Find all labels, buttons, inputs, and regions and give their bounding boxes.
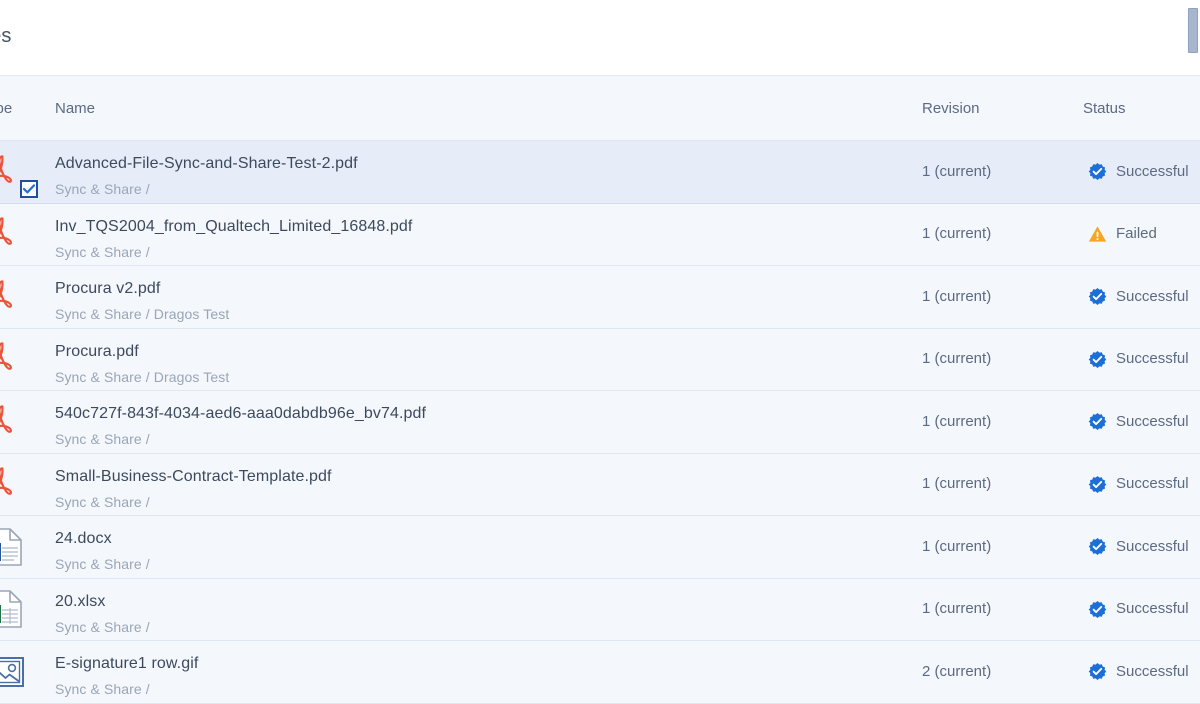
file-name-cell: Advanced-File-Sync-and-Share-Test-2.pdf S… xyxy=(55,153,895,199)
status-badge: Successful xyxy=(1088,599,1189,619)
file-revision-label: 1 (current) xyxy=(922,412,992,430)
status-label: Successful xyxy=(1116,662,1189,680)
file-path-label: Sync & Share / xyxy=(55,493,150,510)
file-name-cell: 24.docx Sync & Share / xyxy=(55,528,895,574)
status-badge: Failed xyxy=(1088,224,1157,244)
file-name-cell: Procura v2.pdf Sync & Share / Dragos Test xyxy=(55,278,895,324)
table-row[interactable]: X 20.xlsx Sync & Share / 1 (current) Success… xyxy=(0,578,1200,641)
file-path-label: Sync & Share / xyxy=(55,181,150,197)
file-name-link[interactable]: Procura.pdf xyxy=(55,341,895,363)
pdf-file-icon xyxy=(0,211,30,257)
table-row[interactable]: W 24.docx Sync & Share / 1 (current) Success… xyxy=(0,516,1200,579)
file-revision-label: 1 (current) xyxy=(922,537,992,555)
file-path-label: Sync & Share / xyxy=(55,681,150,697)
vertical-scrollbar-thumb[interactable] xyxy=(1188,8,1198,53)
status-label: Successful xyxy=(1116,475,1189,493)
page-title: arized Files xyxy=(0,25,12,47)
verified-badge-icon xyxy=(1088,600,1107,619)
file-name-cell: 20.xlsx Sync & Share / xyxy=(55,591,895,637)
table-row[interactable]: Procura v2.pdf Sync & Share / Dragos Test… xyxy=(0,266,1200,329)
status-label: Failed xyxy=(1116,225,1157,243)
file-path-label: Sync & Share / xyxy=(55,243,150,260)
file-path-label: Sync & Share / xyxy=(55,618,150,635)
file-name-link[interactable]: E-signature1 row.gif xyxy=(55,653,895,675)
table-row[interactable]: E-signature1 row.gif Sync & Share / 2 (cur… xyxy=(0,641,1200,704)
word-file-icon: W xyxy=(0,524,30,570)
pdf-file-icon xyxy=(0,461,30,507)
verified-badge-icon xyxy=(1088,662,1107,681)
status-badge: Successful xyxy=(1088,287,1189,307)
file-name-link[interactable]: 540c727f-843f-4034-aed6-aaa0dabdb96e_bv7… xyxy=(55,403,895,425)
status-badge: Successful xyxy=(1088,412,1189,432)
table-row[interactable]: Small-Business-Contract-Template.pdf Sync… xyxy=(0,453,1200,516)
status-label: Successful xyxy=(1116,350,1189,368)
table-row[interactable]: 540c727f-843f-4034-aed6-aaa0dabdb96e_bv7… xyxy=(0,391,1200,454)
file-revision-label: 1 (current) xyxy=(922,162,992,180)
verified-badge-icon xyxy=(1088,350,1107,369)
status-badge: Successful xyxy=(1088,662,1189,682)
file-name-link[interactable]: 24.docx xyxy=(55,528,895,550)
file-name-link[interactable]: Small-Business-Contract-Template.pdf xyxy=(55,466,895,488)
image-file-icon xyxy=(0,649,30,695)
warning-triangle-icon xyxy=(1088,225,1107,244)
file-summary-screen: arized Files ype Name Revision Status Ad… xyxy=(0,0,1200,704)
status-badge: Successful xyxy=(1088,349,1189,369)
status-badge: Successful xyxy=(1088,474,1189,494)
file-name-cell: E-signature1 row.gif Sync & Share / xyxy=(55,653,895,699)
column-header-revision[interactable]: Revision xyxy=(922,99,980,119)
verified-badge-icon xyxy=(1088,287,1107,306)
file-name-cell: Procura.pdf Sync & Share / Dragos Test xyxy=(55,341,895,387)
verified-badge-icon xyxy=(1088,475,1107,494)
file-revision-label: 1 (current) xyxy=(922,600,992,618)
status-badge: Successful xyxy=(1088,162,1189,182)
status-label: Successful xyxy=(1116,162,1189,180)
status-label: Successful xyxy=(1116,412,1189,430)
pdf-file-icon xyxy=(0,274,30,320)
file-revision-label: 2 (current) xyxy=(922,662,992,680)
excel-file-icon: X xyxy=(0,586,30,632)
verified-badge-icon xyxy=(1088,537,1107,556)
row-select-checkbox[interactable] xyxy=(20,180,38,198)
table-row[interactable]: Inv_TQS2004_from_Qualtech_Limited_16848.… xyxy=(0,203,1200,266)
column-header-status[interactable]: Status xyxy=(1083,99,1126,119)
table-header-row: ype Name Revision Status xyxy=(0,76,1200,141)
table-row[interactable]: Procura.pdf Sync & Share / Dragos Test 1 (… xyxy=(0,328,1200,391)
verified-badge-icon xyxy=(1088,162,1107,181)
file-name-cell: Small-Business-Contract-Template.pdf Sync… xyxy=(55,466,895,512)
verified-badge-icon xyxy=(1088,412,1107,431)
file-revision-label: 1 (current) xyxy=(922,350,992,368)
column-header-type[interactable]: ype xyxy=(0,99,12,119)
file-revision-label: 1 (current) xyxy=(922,475,992,493)
table-body: Advanced-File-Sync-and-Share-Test-2.pdf S… xyxy=(0,141,1200,704)
file-name-link[interactable]: Inv_TQS2004_from_Qualtech_Limited_16848.… xyxy=(55,216,895,238)
file-path-label: Sync & Share / xyxy=(55,431,150,447)
status-label: Successful xyxy=(1116,537,1189,555)
table-row[interactable]: Advanced-File-Sync-and-Share-Test-2.pdf S… xyxy=(0,141,1200,204)
file-path-label: Sync & Share / Dragos Test xyxy=(55,306,230,322)
status-badge: Successful xyxy=(1088,537,1189,557)
files-table: ype Name Revision Status Advanced-File-S… xyxy=(0,75,1200,704)
file-name-link[interactable]: Advanced-File-Sync-and-Share-Test-2.pdf xyxy=(55,153,895,175)
file-path-label: Sync & Share / xyxy=(55,556,150,572)
file-revision-label: 1 (current) xyxy=(922,225,992,243)
file-name-cell: 540c727f-843f-4034-aed6-aaa0dabdb96e_bv7… xyxy=(55,403,895,449)
file-name-link[interactable]: Procura v2.pdf xyxy=(55,278,895,300)
file-revision-label: 1 (current) xyxy=(922,287,992,305)
pdf-file-icon xyxy=(0,399,30,445)
file-name-link[interactable]: 20.xlsx xyxy=(55,591,895,613)
file-name-cell: Inv_TQS2004_from_Qualtech_Limited_16848.… xyxy=(55,216,895,262)
page-header: arized Files xyxy=(0,0,1200,75)
pdf-file-icon xyxy=(0,336,30,382)
status-label: Successful xyxy=(1116,287,1189,305)
file-path-label: Sync & Share / Dragos Test xyxy=(55,368,230,385)
column-header-name[interactable]: Name xyxy=(55,99,95,119)
status-label: Successful xyxy=(1116,600,1189,618)
